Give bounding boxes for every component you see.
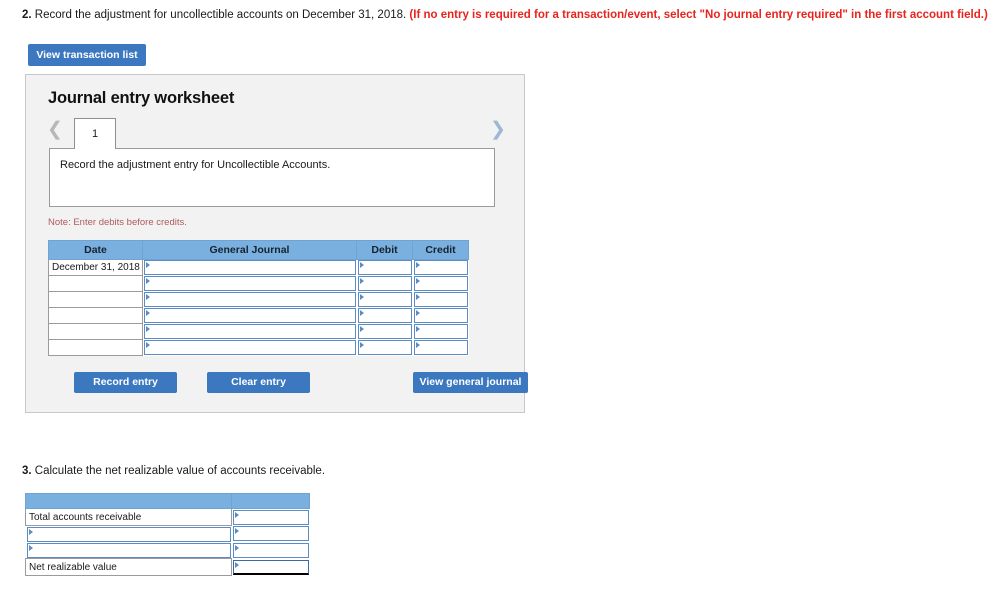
chevron-right-icon[interactable]: ❯ bbox=[489, 118, 507, 142]
table-row bbox=[48, 291, 469, 308]
journal-date-cell-6 bbox=[48, 339, 143, 356]
table-row bbox=[25, 542, 310, 559]
journal-debit-input-2[interactable] bbox=[356, 275, 413, 292]
journal-header-general-journal: General Journal bbox=[142, 240, 357, 260]
journal-credit-input-3[interactable] bbox=[412, 291, 469, 308]
journal-account-input-2[interactable] bbox=[142, 275, 357, 292]
debit-field[interactable] bbox=[357, 308, 412, 323]
journal-header-debit: Debit bbox=[356, 240, 413, 260]
amount-field[interactable] bbox=[232, 526, 309, 542]
amount-field-total[interactable] bbox=[233, 559, 309, 575]
journal-debit-input-1[interactable] bbox=[356, 259, 413, 276]
net-realizable-value-table: Total accounts receivable Net realizable… bbox=[25, 493, 310, 576]
table-row: Total accounts receivable bbox=[25, 508, 310, 526]
account-field[interactable] bbox=[144, 340, 356, 355]
journal-credit-input-5[interactable] bbox=[412, 323, 469, 340]
journal-credit-input-1[interactable] bbox=[412, 259, 469, 276]
journal-date-cell-5 bbox=[48, 323, 143, 340]
nrv-table-header-row bbox=[25, 493, 310, 509]
worksheet-tab-1[interactable]: 1 bbox=[74, 118, 116, 149]
table-row: December 31, 2018 bbox=[48, 259, 469, 276]
journal-account-input-1[interactable] bbox=[142, 259, 357, 276]
journal-account-input-5[interactable] bbox=[142, 323, 357, 340]
debit-field[interactable] bbox=[357, 260, 412, 276]
journal-date-cell-3 bbox=[48, 291, 143, 308]
journal-credit-input-4[interactable] bbox=[412, 307, 469, 324]
journal-account-input-4[interactable] bbox=[142, 307, 357, 324]
question-3-prompt: 3. Calculate the net realizable value of… bbox=[22, 465, 325, 477]
nrv-value-input-4[interactable] bbox=[231, 558, 310, 576]
account-field[interactable] bbox=[144, 324, 356, 339]
credit-field[interactable] bbox=[413, 340, 468, 355]
journal-date-cell-4 bbox=[48, 307, 143, 324]
journal-entry-worksheet-panel: Journal entry worksheet ❮ 1 ❯ Record the… bbox=[25, 74, 528, 413]
journal-debit-input-6[interactable] bbox=[356, 339, 413, 356]
nrv-value-input-3[interactable] bbox=[231, 542, 310, 559]
table-row bbox=[48, 307, 469, 324]
table-row: Net realizable value bbox=[25, 558, 310, 576]
question-2-number: 2. bbox=[22, 9, 32, 21]
worksheet-description-box: Record the adjustment entry for Uncollec… bbox=[49, 148, 495, 207]
nrv-value-input-2[interactable] bbox=[231, 525, 310, 542]
credit-field[interactable] bbox=[413, 292, 468, 307]
journal-debit-input-4[interactable] bbox=[356, 307, 413, 324]
journal-credit-input-6[interactable] bbox=[412, 339, 469, 356]
credit-field[interactable] bbox=[413, 276, 468, 291]
question-2-text: Record the adjustment for uncollectible … bbox=[34, 9, 407, 21]
nrv-value-input-1[interactable] bbox=[231, 508, 310, 526]
journal-debit-input-3[interactable] bbox=[356, 291, 413, 308]
nrv-header-label bbox=[25, 493, 232, 509]
credit-field[interactable] bbox=[413, 324, 468, 339]
view-transaction-list-button[interactable]: View transaction list bbox=[28, 44, 146, 66]
nrv-label-input-3[interactable] bbox=[25, 542, 232, 559]
journal-credit-input-2[interactable] bbox=[412, 275, 469, 292]
credit-field[interactable] bbox=[413, 308, 468, 323]
debit-field[interactable] bbox=[357, 324, 412, 339]
question-3-number: 3. bbox=[22, 465, 32, 477]
journal-date-cell-1: December 31, 2018 bbox=[48, 259, 143, 276]
journal-account-input-3[interactable] bbox=[142, 291, 357, 308]
journal-table-header-row: Date General Journal Debit Credit bbox=[48, 240, 469, 260]
account-field[interactable] bbox=[144, 260, 356, 276]
journal-debit-input-5[interactable] bbox=[356, 323, 413, 340]
debit-field[interactable] bbox=[357, 292, 412, 307]
amount-field[interactable] bbox=[232, 542, 309, 558]
journal-account-input-6[interactable] bbox=[142, 339, 357, 356]
table-row bbox=[48, 339, 469, 356]
label-field[interactable] bbox=[26, 526, 231, 542]
view-general-journal-button[interactable]: View general journal bbox=[413, 372, 528, 393]
nrv-header-value bbox=[231, 493, 310, 509]
amount-field[interactable] bbox=[233, 509, 309, 525]
chevron-left-icon[interactable]: ❮ bbox=[46, 118, 64, 142]
account-field[interactable] bbox=[144, 308, 356, 323]
clear-entry-button[interactable]: Clear entry bbox=[207, 372, 310, 393]
journal-header-credit: Credit bbox=[412, 240, 469, 260]
debit-field[interactable] bbox=[357, 340, 412, 355]
table-row bbox=[48, 323, 469, 340]
question-2-hint: (If no entry is required for a transacti… bbox=[409, 9, 988, 21]
question-3-text: Calculate the net realizable value of ac… bbox=[34, 465, 326, 477]
worksheet-title: Journal entry worksheet bbox=[48, 89, 235, 107]
journal-date-cell-2 bbox=[48, 275, 143, 292]
journal-header-date: Date bbox=[48, 240, 143, 260]
debits-before-credits-note: Note: Enter debits before credits. bbox=[48, 217, 187, 228]
nrv-label-net-realizable-value: Net realizable value bbox=[25, 558, 232, 576]
record-entry-button[interactable]: Record entry bbox=[74, 372, 177, 393]
table-row bbox=[25, 525, 310, 542]
table-row bbox=[48, 275, 469, 292]
worksheet-tabstrip: ❮ 1 ❯ bbox=[26, 117, 524, 149]
journal-entry-table: Date General Journal Debit Credit Decemb… bbox=[48, 240, 469, 356]
question-2-prompt: 2. Record the adjustment for uncollectib… bbox=[22, 8, 988, 23]
nrv-label-input-2[interactable] bbox=[25, 525, 232, 542]
label-field[interactable] bbox=[26, 542, 231, 558]
nrv-label-total-accounts-receivable: Total accounts receivable bbox=[25, 508, 232, 526]
debit-field[interactable] bbox=[357, 276, 412, 291]
account-field[interactable] bbox=[144, 292, 356, 307]
credit-field[interactable] bbox=[413, 260, 468, 276]
account-field[interactable] bbox=[144, 276, 356, 291]
worksheet-description-text: Record the adjustment entry for Uncollec… bbox=[60, 159, 331, 171]
